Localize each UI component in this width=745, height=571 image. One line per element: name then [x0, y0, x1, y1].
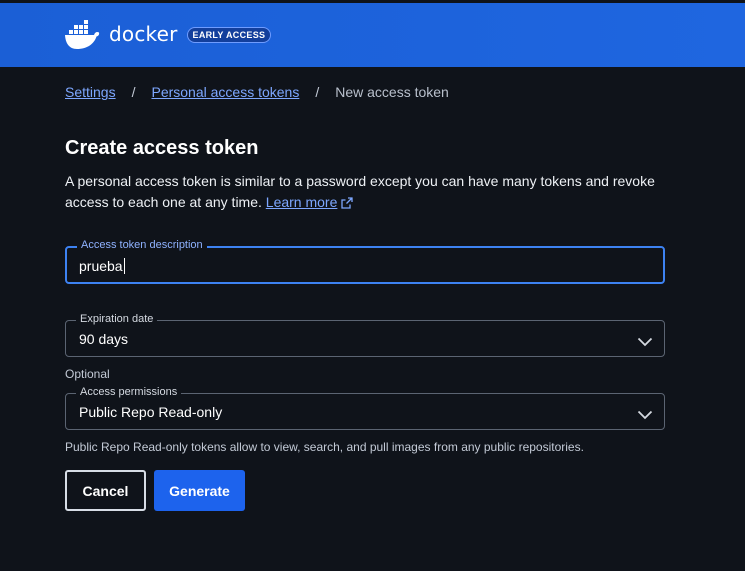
chevron-down-icon	[637, 407, 653, 425]
access-permissions-select[interactable]: Access permissions Public Repo Read-only	[65, 386, 665, 430]
docker-whale-icon	[64, 19, 102, 51]
expiration-field-label: Expiration date	[76, 313, 158, 325]
breadcrumb-personal-access-tokens-link[interactable]: Personal access tokens	[151, 84, 299, 100]
top-bar: docker EARLY ACCESS	[0, 0, 745, 67]
brand-name: docker	[109, 22, 178, 46]
breadcrumb-current: New access token	[335, 84, 449, 100]
cancel-button[interactable]: Cancel	[65, 470, 146, 511]
permissions-help-text: Public Repo Read-only tokens allow to vi…	[65, 440, 584, 454]
breadcrumb-separator: /	[315, 84, 320, 100]
docker-logo[interactable]: docker EARLY ACCESS	[64, 19, 272, 51]
description-text: A personal access token is similar to a …	[65, 173, 655, 210]
learn-more-label: Learn more	[265, 194, 338, 210]
external-link-icon	[341, 194, 354, 215]
breadcrumb-separator: /	[131, 84, 136, 100]
chevron-down-icon	[637, 334, 653, 352]
description-field-value: prueba	[79, 258, 123, 274]
description-field-label: Access token description	[77, 239, 207, 251]
early-access-badge: EARLY ACCESS	[186, 27, 272, 43]
generate-button[interactable]: Generate	[154, 470, 245, 511]
expiration-date-select[interactable]: Expiration date 90 days	[65, 313, 665, 357]
optional-label: Optional	[65, 367, 110, 381]
permissions-field-value: Public Repo Read-only	[79, 404, 223, 420]
permissions-field-label: Access permissions	[76, 386, 182, 398]
breadcrumb-settings-link[interactable]: Settings	[65, 84, 116, 100]
text-caret	[123, 258, 125, 274]
access-token-description-field[interactable]: Access token description prueba	[65, 239, 665, 284]
learn-more-link[interactable]: Learn more	[266, 194, 354, 210]
breadcrumb: Settings / Personal access tokens / New …	[65, 84, 449, 100]
expiration-field-value: 90 days	[79, 331, 129, 347]
page-title: Create access token	[65, 137, 259, 159]
page-description: A personal access token is similar to a …	[65, 171, 665, 215]
